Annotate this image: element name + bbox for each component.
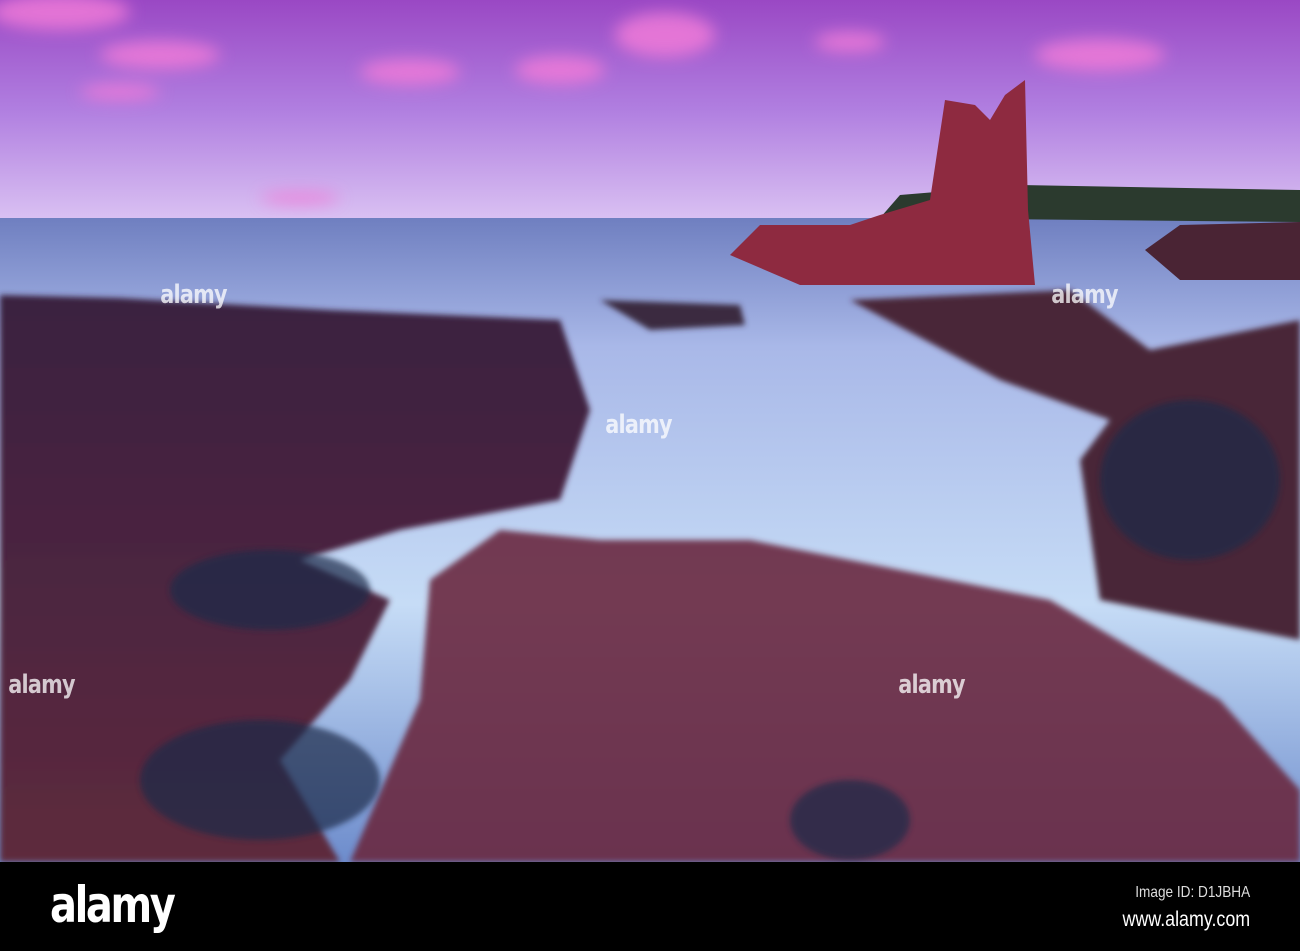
footer-bar: alamy Image ID: D1JBHA www.alamy.com [0, 862, 1300, 951]
watermark: alamy [1051, 280, 1118, 310]
alamy-logo: alamy [50, 876, 176, 934]
watermark: alamy [605, 410, 672, 440]
site-url: www.alamy.com [1122, 908, 1250, 931]
watermark: alamy [898, 670, 965, 700]
watermark: alamy [8, 670, 75, 700]
image-id: Image ID: D1JBHA [1135, 884, 1250, 901]
watermark: alamy [160, 280, 227, 310]
stock-photo-page: alamy alamy alamy alamy alamy alamy Imag… [0, 0, 1300, 951]
